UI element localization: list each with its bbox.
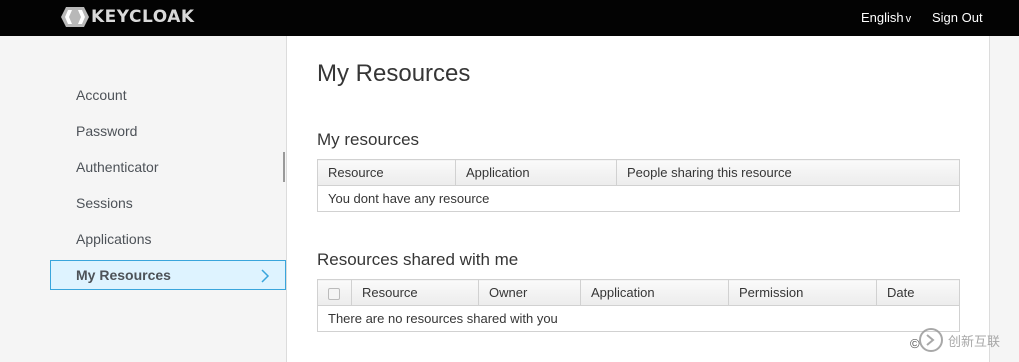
column-header-date: Date (876, 279, 960, 306)
scrollbar-thumb[interactable] (283, 152, 285, 182)
sidebar: Account Password Authenticator Sessions … (0, 36, 286, 362)
sidebar-item-password[interactable]: Password (76, 123, 137, 139)
column-header-application: Application (580, 279, 729, 306)
column-header-owner: Owner (478, 279, 581, 306)
sidebar-item-account[interactable]: Account (76, 87, 127, 103)
watermark-text: 创新互联 (948, 333, 1001, 349)
table-header-row: Resource Application People sharing this… (317, 159, 960, 186)
keycloak-logo-icon (61, 7, 89, 27)
watermark: 创新互联 (918, 324, 1019, 356)
top-navbar: KEYCLOAK English v Sign Out (0, 0, 1019, 36)
column-header-resource: Resource (351, 279, 479, 306)
my-resources-heading: My resources (317, 130, 420, 149)
sidebar-item-my-resources[interactable]: My Resources (50, 260, 286, 290)
chevron-right-icon (261, 269, 270, 283)
empty-message: There are no resources shared with you (317, 305, 960, 332)
my-resources-table: Resource Application People sharing this… (317, 159, 960, 212)
shared-with-me-table: Resource Owner Application Permission Da… (317, 279, 960, 332)
brand-name: KEYCLOAK (91, 7, 195, 27)
page-title: My Resources (317, 60, 471, 87)
watermark-logo-icon (919, 328, 943, 352)
shared-with-me-heading: Resources shared with me (317, 250, 519, 269)
select-all-checkbox[interactable] (328, 287, 340, 300)
column-header-people-sharing: People sharing this resource (616, 159, 960, 186)
sidebar-item-sessions[interactable]: Sessions (76, 195, 133, 211)
column-header-application: Application (455, 159, 617, 186)
table-header-row: Resource Owner Application Permission Da… (317, 279, 960, 306)
language-label: English (861, 10, 904, 25)
chevron-down-icon: v (905, 13, 912, 25)
sidebar-item-applications[interactable]: Applications (76, 231, 152, 247)
language-selector[interactable]: English v (861, 10, 911, 25)
select-all-cell (317, 279, 352, 306)
keycloak-logo[interactable]: KEYCLOAK (60, 6, 195, 28)
sign-out-link[interactable]: Sign Out (932, 10, 983, 25)
table-row: You dont have any resource (317, 185, 960, 212)
sidebar-item-authenticator[interactable]: Authenticator (76, 159, 159, 175)
column-header-resource: Resource (317, 159, 456, 186)
empty-message: You dont have any resource (317, 185, 960, 212)
table-row: There are no resources shared with you (317, 305, 960, 332)
main-content: My Resources My resources Resource Appli… (286, 36, 990, 362)
column-header-permission: Permission (728, 279, 877, 306)
sidebar-item-label: My Resources (76, 267, 171, 283)
